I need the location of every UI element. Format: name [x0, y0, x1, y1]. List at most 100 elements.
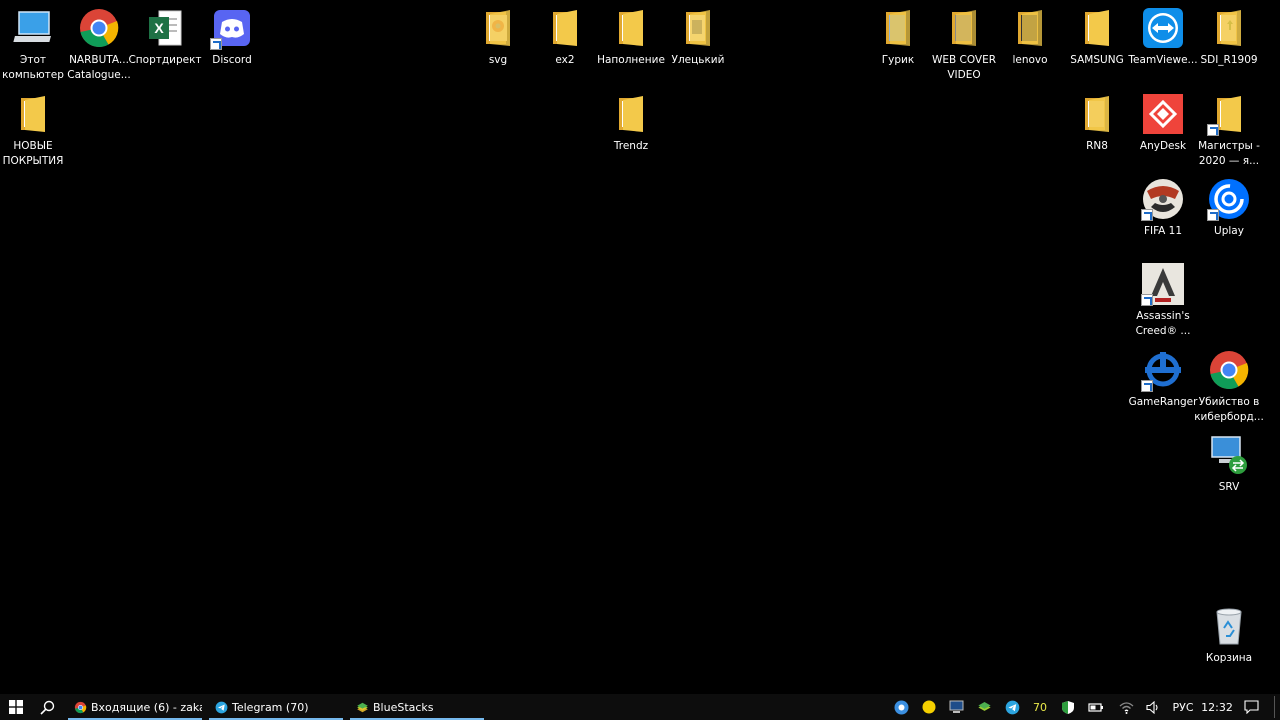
desktop-icon-label: AnyDesk — [1139, 140, 1187, 152]
desktop-icon-sportdirect[interactable]: X Спортдирект — [128, 2, 202, 68]
computer-icon — [13, 11, 51, 42]
folder-icon — [686, 10, 710, 46]
action-center-button[interactable] — [1238, 694, 1264, 720]
desktop-icon-folder-ex2[interactable]: ex2 — [532, 2, 598, 68]
desktop-icon-label: RN8 — [1086, 140, 1108, 152]
tray-clock[interactable]: 12:32 — [1200, 694, 1234, 720]
taskbar-item-label: BlueStacks — [373, 700, 434, 714]
desktop-icon-folder-svg[interactable]: svg — [465, 2, 531, 68]
desktop-icon-label: Этот компьютер — [2, 54, 64, 81]
shield-icon — [1062, 700, 1074, 714]
desktop-icon-label: Корзина — [1205, 652, 1253, 664]
desktop-icon-gameranger[interactable]: GameRanger — [1129, 344, 1197, 410]
desktop-icon-folder-novye-pokrytiya[interactable]: НОВЫЕ ПОКРЫТИЯ — [0, 88, 66, 169]
anydesk-icon — [1143, 94, 1183, 134]
desktop-icon-label: SDI_R1909 — [1200, 54, 1258, 66]
desktop-icon-label: Убийство в киберборд... — [1194, 396, 1264, 423]
desktop-icon-folder-napolnenie[interactable]: Наполнение — [597, 2, 665, 68]
telegram-icon — [215, 701, 228, 713]
telegram-icon — [1005, 700, 1019, 714]
desktop-icon-label: SRV — [1218, 481, 1240, 493]
desktop-icon-label: Гурик — [881, 54, 915, 66]
desktop-icon-label: Улецький — [671, 54, 725, 66]
tray-telegram-count[interactable]: 70 — [1029, 694, 1051, 720]
remote-desktop-icon — [1211, 436, 1247, 474]
tray-icon-security[interactable] — [1057, 694, 1079, 720]
notification-app-icon — [922, 700, 936, 714]
windows-logo-icon — [9, 700, 23, 714]
desktop-icon-teamviewer[interactable]: TeamViewe... — [1128, 2, 1198, 68]
taskbar-item-bluestacks[interactable]: BlueStacks — [350, 694, 484, 720]
desktop-icon-folder-gurik[interactable]: Гурик — [865, 2, 931, 68]
desktop-icon-this-pc[interactable]: Этот компьютер — [0, 2, 66, 83]
speaker-icon — [1145, 700, 1158, 714]
desktop-icon-recycle-bin[interactable]: Корзина — [1196, 600, 1262, 666]
folder-icon — [1085, 10, 1109, 46]
shortcut-arrow-icon — [1141, 380, 1153, 392]
desktop-icon-folder-web-cover-video[interactable]: WEB COVER VIDEO — [931, 2, 997, 83]
desktop-icon-discord[interactable]: Discord — [199, 2, 265, 68]
desktop-icon-srv[interactable]: SRV — [1196, 429, 1262, 495]
desktop-icon-ubiystvo[interactable]: Убийство в киберборд... — [1194, 344, 1264, 425]
desktop-icon-folder-sdi[interactable]: SDI_R1909 — [1196, 2, 1262, 68]
excel-icon: X — [149, 10, 182, 46]
taskbar-item-label: Входящие (6) - zakat... — [91, 700, 202, 714]
folder-icon — [886, 10, 910, 46]
tray-icon-telegram[interactable] — [1001, 694, 1023, 720]
desktop-icon-label: Discord — [212, 54, 252, 66]
folder-icon — [619, 96, 643, 132]
shortcut-arrow-icon — [1207, 124, 1219, 136]
folder-icon — [21, 96, 45, 132]
desktop-icon-label: Спортдирект — [128, 54, 202, 66]
show-desktop-button[interactable] — [1274, 696, 1275, 718]
desktop-icon-narbuta[interactable]: NARBUTA... Catalogue... — [66, 2, 132, 83]
desktop-icon-label: Uplay — [1214, 225, 1244, 237]
desktop-icon-label: lenovo — [1012, 54, 1048, 66]
chrome-icon — [1210, 351, 1249, 390]
desktop-icon-anydesk[interactable]: AnyDesk — [1130, 88, 1196, 154]
desktop-icon-fifa11[interactable]: FIFA 11 — [1130, 173, 1196, 239]
tray-language[interactable]: РУС — [1168, 694, 1198, 720]
desktop-icon-label: TeamViewe... — [1128, 54, 1198, 66]
recycle-bin-icon — [1216, 608, 1242, 645]
desktop-icon-folder-samsung[interactable]: SAMSUNG — [1064, 2, 1130, 68]
desktop-icon-label: svg — [488, 54, 508, 66]
desktop-icon-folder-uletskiy[interactable]: Улецький — [665, 2, 731, 68]
tray-icon-battery[interactable] — [1085, 694, 1107, 720]
shortcut-arrow-icon — [1141, 209, 1153, 221]
shortcut-arrow-icon — [1207, 209, 1219, 221]
tray-icon-yellow[interactable] — [918, 694, 940, 720]
folder-icon — [1217, 10, 1241, 46]
tray-icon-bluestacks[interactable] — [973, 694, 995, 720]
taskbar-item-telegram[interactable]: Telegram (70) — [209, 694, 343, 720]
folder-icon — [553, 10, 577, 46]
tray-icon-monitor[interactable] — [945, 694, 967, 720]
desktop[interactable]: Этот компьютер NARBUTA... Catalogue... X… — [0, 0, 1280, 694]
tray-icon-network[interactable] — [1115, 694, 1137, 720]
notification-icon — [1243, 700, 1259, 714]
desktop-icon-folder-lenovo[interactable]: lenovo — [997, 2, 1063, 68]
search-button[interactable] — [32, 694, 62, 720]
svg-text:X: X — [154, 20, 164, 36]
desktop-icon-uplay[interactable]: Uplay — [1196, 173, 1262, 239]
desktop-icon-label: FIFA 11 — [1143, 225, 1183, 237]
desktop-icon-folder-trendz[interactable]: Trendz — [598, 88, 664, 154]
browser-tray-icon — [894, 700, 908, 714]
taskbar-item-label: Telegram (70) — [232, 700, 309, 714]
desktop-icon-label: НОВЫЕ ПОКРЫТИЯ — [2, 140, 64, 167]
desktop-icon-folder-rn8[interactable]: RN8 — [1064, 88, 1130, 154]
bluestacks-icon — [977, 701, 991, 711]
desktop-icon-label: Наполнение — [597, 54, 665, 66]
bluestacks-icon — [357, 702, 368, 712]
folder-icon — [952, 10, 976, 46]
start-button[interactable] — [0, 694, 32, 720]
desktop-icon-label: Магистры - 2020 — я... — [1198, 140, 1260, 167]
taskbar-item-chrome[interactable]: Входящие (6) - zakat... — [68, 694, 202, 720]
teamviewer-icon — [1143, 8, 1183, 48]
desktop-icon-assassins-creed[interactable]: Assassin's Creed® ... — [1130, 258, 1196, 339]
desktop-icon-magistry[interactable]: Магистры - 2020 — я... — [1196, 88, 1262, 169]
tray-icon-browser[interactable] — [890, 694, 912, 720]
tray-icon-volume[interactable] — [1142, 694, 1164, 720]
desktop-icon-label: NARBUTA... Catalogue... — [67, 54, 131, 81]
shortcut-arrow-icon — [1141, 294, 1153, 306]
